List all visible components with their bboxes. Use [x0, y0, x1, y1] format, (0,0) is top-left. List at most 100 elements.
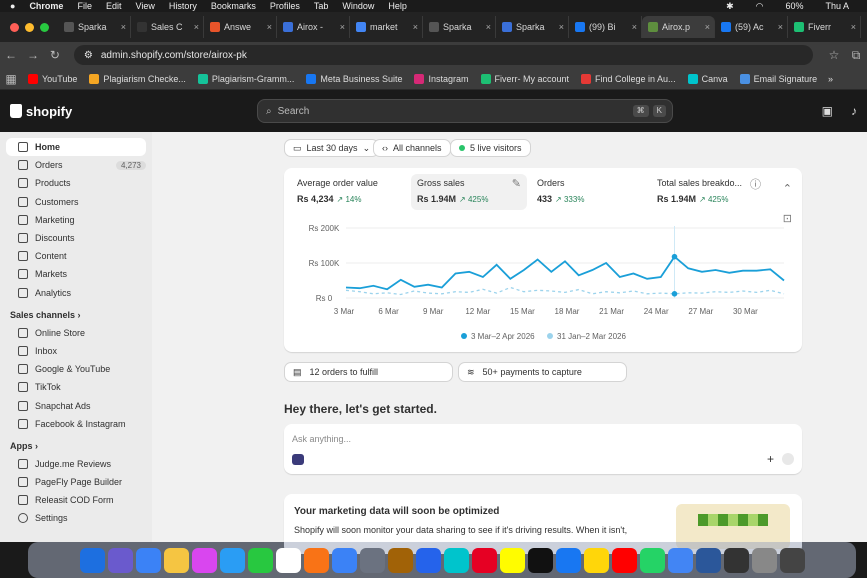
sidebar-item-5[interactable]: Discounts	[6, 229, 146, 247]
date-range-button[interactable]: ▭ Last 30 days ⌄	[284, 139, 380, 157]
dock-app-icon[interactable]	[415, 547, 441, 573]
dock-app-icon[interactable]	[471, 547, 497, 573]
sidekick-icon[interactable]	[292, 454, 304, 465]
bluetooth-icon[interactable]: ✱	[726, 1, 734, 12]
tab-1[interactable]: Sales C ×	[131, 16, 204, 38]
menu-edit[interactable]: Edit	[106, 1, 122, 11]
tab-5[interactable]: Sparka ×	[423, 16, 496, 38]
send-icon[interactable]	[782, 453, 794, 465]
tab-2[interactable]: Answe ×	[204, 16, 277, 38]
dock-app-icon[interactable]	[135, 547, 161, 573]
site-info-icon[interactable]: ⚙	[84, 50, 93, 61]
dock-app-icon[interactable]	[751, 547, 777, 573]
menu-file[interactable]: File	[77, 1, 92, 11]
bookmark-1[interactable]: Plagiarism Checke...	[89, 73, 186, 84]
menu-window[interactable]: Window	[342, 1, 374, 11]
address-bar[interactable]: ⚙ admin.shopify.com/store/airox-pk	[73, 45, 814, 65]
dock-app-icon[interactable]	[275, 547, 301, 573]
channels-button[interactable]: ‹› All channels	[373, 139, 451, 157]
dock-app-icon[interactable]	[219, 547, 245, 573]
orders-to-fulfill-button[interactable]: ▤ 12 orders to fulfill	[284, 362, 453, 382]
forward-icon[interactable]: →	[22, 48, 44, 62]
apps-heading[interactable]: Apps ›	[0, 437, 152, 455]
menu-tab[interactable]: Tab	[314, 1, 329, 11]
sidebar-item-channel-4[interactable]: Snapchat Ads	[6, 396, 146, 414]
sales-channels-heading[interactable]: Sales channels ›	[0, 306, 152, 324]
close-tab-icon[interactable]: ×	[559, 22, 564, 32]
dock-app-icon[interactable]	[499, 547, 525, 573]
dock-app-icon[interactable]	[555, 547, 581, 573]
shopify-logo[interactable]: shopify	[0, 104, 240, 119]
sidebar-item-channel-3[interactable]: TikTok	[6, 378, 146, 396]
bookmark-8[interactable]: Email Signature	[739, 73, 817, 84]
dock-app-icon[interactable]	[695, 547, 721, 573]
sidebar-item-2[interactable]: Products	[6, 174, 146, 192]
bookmark-4[interactable]: Instagram	[414, 73, 469, 84]
sidebar-item-6[interactable]: Content	[6, 247, 146, 265]
sidebar-item-app-1[interactable]: PageFly Page Builder	[6, 473, 146, 491]
dock-app-icon[interactable]	[331, 547, 357, 573]
battery-label[interactable]: 60%	[785, 1, 803, 11]
menu-bookmarks[interactable]: Bookmarks	[211, 1, 256, 11]
dock-app-icon[interactable]	[779, 547, 805, 573]
dock-app-icon[interactable]	[443, 547, 469, 573]
close-tab-icon[interactable]: ×	[121, 22, 126, 32]
sidebar-item-8[interactable]: Analytics	[6, 284, 146, 302]
bookmark-2[interactable]: Plagiarism-Gramm...	[197, 73, 294, 84]
clock[interactable]: Thu A	[825, 1, 849, 11]
tab-8[interactable]: Airox.p ×	[642, 16, 715, 38]
apple-icon[interactable]: ●	[10, 1, 15, 11]
notifications-bell-icon[interactable]: ♪	[851, 104, 857, 118]
dock-app-icon[interactable]	[723, 547, 749, 573]
ask-input[interactable]: Ask anything...	[292, 434, 351, 444]
tab-7[interactable]: (99) Bi ×	[569, 16, 642, 38]
dock-app-icon[interactable]	[639, 547, 665, 573]
sidebar-item-channel-0[interactable]: Online Store	[6, 324, 146, 342]
sidebar-item-channel-5[interactable]: Facebook & Instagram	[6, 415, 146, 433]
close-tab-icon[interactable]: ×	[413, 22, 418, 32]
bookmark-0[interactable]: YouTube	[28, 73, 77, 84]
dock-app-icon[interactable]	[191, 547, 217, 573]
reload-icon[interactable]: ↻	[44, 48, 66, 62]
apps-grid-icon[interactable]: ▦	[0, 72, 22, 86]
close-tab-icon[interactable]: ×	[778, 22, 783, 32]
dock-app-icon[interactable]	[247, 547, 273, 573]
back-icon[interactable]: ←	[0, 48, 22, 62]
sidebar-item-0[interactable]: Home	[6, 138, 146, 157]
sidebar-item-channel-2[interactable]: Google & YouTube	[6, 360, 146, 378]
tab-0[interactable]: Sparka ×	[58, 16, 131, 38]
sidekick-ask-card[interactable]: Ask anything... +	[284, 424, 802, 474]
sidebar-item-channel-1[interactable]: Inbox	[6, 342, 146, 360]
bookmark-star-icon[interactable]: ☆	[823, 48, 845, 62]
close-tab-icon[interactable]: ×	[851, 22, 856, 32]
sidebar-item-1[interactable]: Orders 4,273	[6, 156, 146, 174]
dock-app-icon[interactable]	[387, 547, 413, 573]
dock-app-icon[interactable]	[583, 547, 609, 573]
dock-app-icon[interactable]	[107, 547, 133, 573]
store-icon[interactable]: ▣	[822, 104, 833, 118]
more-bookmarks-icon[interactable]: »	[828, 74, 833, 84]
dock-app-icon[interactable]	[79, 547, 105, 573]
close-tab-icon[interactable]: ×	[340, 22, 345, 32]
dock-app-icon[interactable]	[611, 547, 637, 573]
menu-history[interactable]: History	[169, 1, 197, 11]
bookmark-5[interactable]: Fiverr- My account	[480, 73, 569, 84]
bookmark-6[interactable]: Find College in Au...	[581, 73, 676, 84]
tab-3[interactable]: Airox - ×	[277, 16, 350, 38]
close-tab-icon[interactable]: ×	[194, 22, 199, 32]
extensions-icon[interactable]: ⧉	[845, 48, 867, 63]
sidebar-item-4[interactable]: Marketing	[6, 211, 146, 229]
sidebar-item-app-2[interactable]: Releasit COD Form	[6, 491, 146, 509]
dock-app-icon[interactable]	[667, 547, 693, 573]
sidebar-item-7[interactable]: Markets	[6, 265, 146, 283]
menu-help[interactable]: Help	[388, 1, 407, 11]
minimize-window-button[interactable]	[25, 22, 34, 32]
dock-app-icon[interactable]	[359, 547, 385, 573]
menu-app[interactable]: Chrome	[29, 1, 63, 11]
close-tab-icon[interactable]: ×	[705, 22, 710, 32]
close-tab-icon[interactable]: ×	[486, 22, 491, 32]
bookmark-3[interactable]: Meta Business Suite	[306, 73, 402, 84]
tab-6[interactable]: Sparka ×	[496, 16, 569, 38]
menu-view[interactable]: View	[135, 1, 154, 11]
payments-to-capture-button[interactable]: ≋ 50+ payments to capture	[458, 362, 627, 382]
